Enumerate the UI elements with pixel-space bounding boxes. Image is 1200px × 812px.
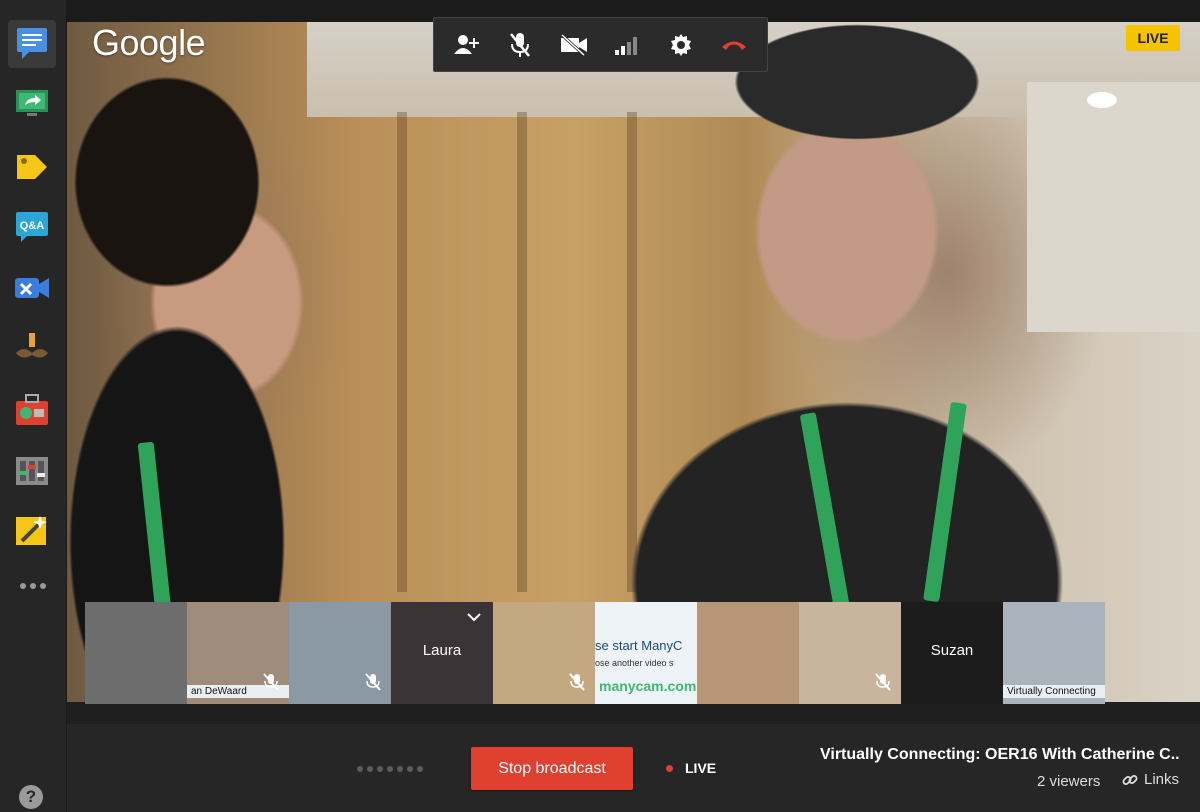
links-button[interactable]: Links [1122, 771, 1179, 788]
participant-thumbnail[interactable]: se start ManyC ose another video s manycam… [595, 602, 697, 704]
more-apps-button[interactable] [15, 576, 51, 596]
bandwidth-icon [615, 36, 638, 55]
magic-wand-icon [16, 516, 47, 545]
link-icon [1122, 774, 1138, 785]
broadcast-bar: Stop broadcast LIVE Virtually Connecting… [67, 724, 1200, 812]
label-tag-icon [17, 155, 47, 179]
cameraman-icon [16, 457, 48, 485]
brand-logo: Google [92, 22, 206, 63]
control-room-icon [15, 278, 49, 298]
participant-thumbnail[interactable] [697, 602, 799, 704]
participant-thumbnail[interactable] [289, 602, 391, 704]
screen-text: ose another video s [595, 658, 674, 668]
settings-button[interactable] [661, 25, 701, 65]
qa-icon: Q&A [16, 212, 48, 242]
rail-cameraman-button[interactable] [8, 446, 56, 494]
rail-chat-button[interactable] [8, 20, 56, 68]
live-indicator-dot [666, 765, 673, 772]
rail-toolbox-button[interactable] [8, 386, 56, 434]
rail-magic-button[interactable] [8, 506, 56, 554]
participant-thumbnail[interactable]: Virtually Connecting [1003, 602, 1105, 704]
camera-off-icon [560, 33, 587, 56]
viewer-count: 2 viewers [1037, 773, 1101, 790]
screenshare-icon [16, 90, 48, 116]
live-badge: LIVE [1126, 25, 1180, 51]
participant-thumbnail[interactable] [85, 602, 187, 704]
more-horizontal-icon [20, 583, 26, 589]
muted-mic-icon [365, 673, 381, 691]
participant-thumbnail[interactable] [799, 602, 901, 704]
muted-mic-icon [569, 673, 585, 691]
add-people-icon [453, 34, 479, 54]
rail-control-room-button[interactable] [8, 264, 56, 312]
effects-mustache-icon [16, 333, 48, 358]
muted-mic-icon [263, 673, 279, 691]
links-label: Links [1144, 771, 1180, 788]
rail-screenshare-button[interactable] [8, 80, 56, 128]
chat-icon [17, 28, 47, 59]
hangout-window: Q&A ? Google LIVE an DeWaard Laura se st… [0, 0, 1200, 812]
rail-label-button[interactable] [8, 142, 56, 190]
participant-name: Suzan [930, 642, 974, 659]
toolbox-icon [16, 394, 48, 425]
settings-icon [670, 33, 691, 56]
mute-microphone-icon [510, 32, 531, 57]
participant-caption: Virtually Connecting [1003, 685, 1105, 698]
rail-effects-button[interactable] [8, 324, 56, 372]
participant-thumbnail[interactable]: Laura [391, 602, 493, 704]
participant-thumbnail[interactable]: an DeWaard [187, 602, 289, 704]
svg-text:Q&A: Q&A [20, 220, 45, 232]
chevron-down-icon[interactable] [467, 612, 481, 622]
participant-filmstrip: an DeWaard Laura se start ManyC ose another… [85, 602, 1105, 704]
speaker-video-left [67, 22, 347, 702]
help-button[interactable]: ? [19, 785, 43, 809]
camera-toggle-button[interactable] [554, 25, 594, 65]
bandwidth-button[interactable] [607, 25, 647, 65]
filmstrip-pager[interactable] [357, 766, 423, 772]
apps-sidebar: Q&A ? [0, 0, 67, 812]
hang-up-button[interactable] [714, 25, 754, 65]
muted-mic-icon [875, 673, 891, 691]
mute-mic-button[interactable] [500, 25, 540, 65]
live-status-text: LIVE [685, 760, 717, 776]
screen-text: manycam.com [599, 678, 697, 694]
main-video[interactable] [67, 22, 1200, 702]
screen-text: se start ManyC [595, 638, 683, 653]
participant-thumbnail[interactable]: Suzan [901, 602, 1003, 704]
event-title: Virtually Connecting: OER16 With Catheri… [820, 746, 1180, 763]
hang-up-icon [722, 41, 747, 50]
rail-qa-button[interactable]: Q&A [8, 202, 56, 250]
participant-name: Laura [422, 642, 462, 659]
call-toolbar [433, 17, 768, 72]
participant-thumbnail[interactable] [493, 602, 595, 704]
invite-people-button[interactable] [447, 25, 487, 65]
stop-broadcast-button[interactable]: Stop broadcast [471, 747, 633, 790]
